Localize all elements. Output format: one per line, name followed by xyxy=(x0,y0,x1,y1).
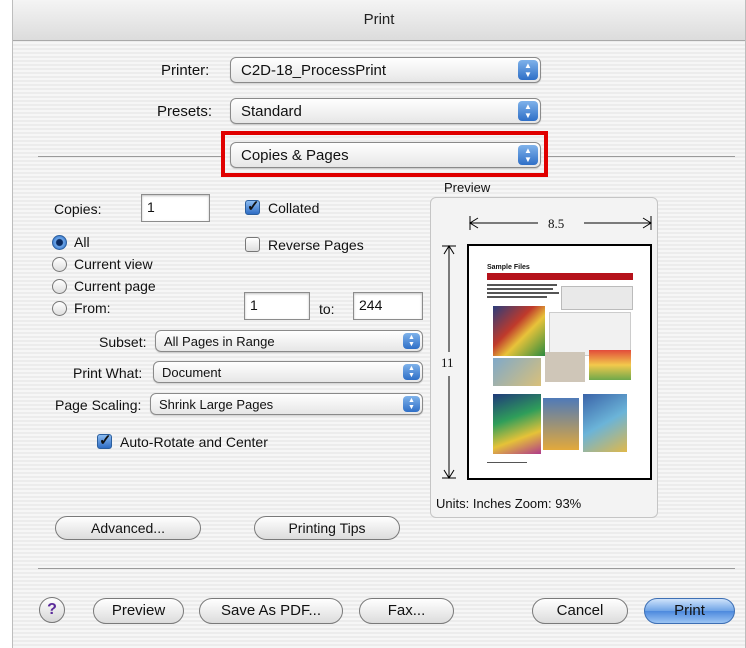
preview-button[interactable]: Preview xyxy=(93,598,184,624)
print-what-popup[interactable]: Document ▲ ▼ xyxy=(153,361,423,383)
thumbnail-photo xyxy=(545,352,585,382)
thumbnail-scene xyxy=(493,358,541,386)
subset-value: All Pages in Range xyxy=(164,334,275,349)
save-as-pdf-button[interactable]: Save As PDF... xyxy=(199,598,343,624)
radio-all-label: All xyxy=(74,234,90,250)
text-line xyxy=(487,462,527,463)
fax-button[interactable]: Fax... xyxy=(359,598,454,624)
popup-arrows-icon: ▲ ▼ xyxy=(403,396,420,412)
separator-right xyxy=(548,156,735,157)
thumbnail-poster xyxy=(493,394,541,454)
preview-page-heading: Sample Files xyxy=(487,264,530,271)
thumbnail-poster xyxy=(543,398,579,450)
copies-field[interactable]: 1 xyxy=(141,194,210,222)
collated-checkbox[interactable] xyxy=(245,197,260,215)
auto-rotate-checkbox[interactable] xyxy=(97,431,112,449)
radio-current-page-label: Current page xyxy=(74,278,156,294)
red-highlight-box xyxy=(221,131,548,177)
help-icon[interactable]: ? xyxy=(39,597,65,623)
separator-left xyxy=(38,156,221,157)
printer-popup[interactable]: C2D-18_ProcessPrint ▲ ▼ xyxy=(230,57,541,83)
preview-title-bar xyxy=(487,273,633,280)
copies-label: Copies: xyxy=(54,201,102,217)
thumbnail-drawing xyxy=(561,286,633,310)
units-zoom-text: Units: Inches Zoom: 93% xyxy=(436,496,582,511)
print-button[interactable]: Print xyxy=(644,598,735,624)
print-what-label: Print What: xyxy=(73,365,143,381)
presets-value: Standard xyxy=(241,103,302,120)
to-page-field[interactable]: 244 xyxy=(353,292,423,320)
popup-arrows-icon: ▲ ▼ xyxy=(518,60,538,80)
window-title: Print xyxy=(13,0,745,41)
radio-from-label: From: xyxy=(74,300,111,316)
popup-arrows-icon: ▲ ▼ xyxy=(403,364,420,380)
radio-current-view[interactable] xyxy=(52,257,67,272)
height-label: 11 xyxy=(441,355,454,370)
radio-current-view-label: Current view xyxy=(74,256,153,272)
preview-title: Preview xyxy=(444,180,491,195)
collated-label: Collated xyxy=(268,200,320,216)
reverse-pages-checkbox[interactable] xyxy=(245,237,260,252)
text-line xyxy=(487,288,553,290)
page-scaling-popup[interactable]: Shrink Large Pages ▲ ▼ xyxy=(150,393,423,415)
presets-popup[interactable]: Standard ▲ ▼ xyxy=(230,98,541,124)
print-what-value: Document xyxy=(162,365,222,380)
radio-all[interactable] xyxy=(52,235,67,250)
cancel-button[interactable]: Cancel xyxy=(532,598,628,624)
subset-label: Subset: xyxy=(99,334,147,350)
thumbnail-blocks xyxy=(589,350,631,380)
width-label: 8.5 xyxy=(548,216,565,231)
preview-page: Sample Files xyxy=(467,244,652,480)
advanced-button[interactable]: Advanced... xyxy=(55,516,201,540)
page-scaling-value: Shrink Large Pages xyxy=(159,397,274,412)
radio-from[interactable] xyxy=(52,301,67,316)
printer-value: C2D-18_ProcessPrint xyxy=(241,62,387,79)
auto-rotate-label: Auto-Rotate and Center xyxy=(120,434,268,450)
subset-popup[interactable]: All Pages in Range ▲ ▼ xyxy=(155,330,423,352)
text-line xyxy=(487,292,559,294)
popup-arrows-icon: ▲ ▼ xyxy=(518,101,538,121)
page-scaling-label: Page Scaling: xyxy=(55,397,142,413)
popup-arrows-icon: ▲ ▼ xyxy=(403,333,420,349)
printer-label: Printer: xyxy=(161,62,210,79)
to-label: to: xyxy=(319,301,335,317)
thumbnail-poster xyxy=(583,394,627,452)
presets-label: Presets: xyxy=(157,103,213,120)
radio-current-page[interactable] xyxy=(52,279,67,294)
from-page-field[interactable]: 1 xyxy=(244,292,310,320)
text-line xyxy=(487,284,557,286)
bottom-separator xyxy=(38,568,735,569)
thumbnail-artwork xyxy=(493,306,545,356)
printing-tips-button[interactable]: Printing Tips xyxy=(254,516,400,540)
text-line xyxy=(487,296,547,298)
reverse-pages-label: Reverse Pages xyxy=(268,237,364,253)
